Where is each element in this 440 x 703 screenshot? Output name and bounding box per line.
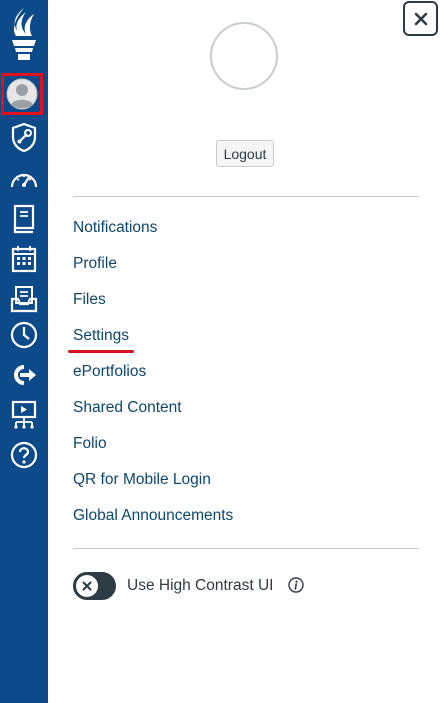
close-icon (414, 12, 427, 25)
menu-item-shared-content[interactable]: Shared Content (73, 390, 233, 426)
menu-item-global-announcements[interactable]: Global Announcements (73, 498, 233, 534)
top-divider (73, 196, 419, 197)
admin-icon[interactable] (0, 117, 48, 157)
calendar-icon[interactable] (0, 239, 48, 279)
profile-menu: Notifications Profile Files Settings ePo… (73, 210, 233, 534)
close-button[interactable] (403, 1, 438, 36)
logout-button[interactable]: Logout (216, 140, 274, 167)
toggle-knob (76, 575, 98, 597)
menu-item-profile[interactable]: Profile (73, 246, 233, 282)
history-icon[interactable] (0, 315, 48, 355)
courses-icon[interactable] (0, 199, 48, 239)
high-contrast-toggle[interactable] (73, 572, 116, 600)
toggle-off-icon (82, 581, 92, 591)
commons-icon[interactable] (0, 355, 48, 395)
settings-highlight-underline (68, 350, 134, 353)
menu-item-folio[interactable]: Folio (73, 426, 233, 462)
menu-item-files[interactable]: Files (73, 282, 233, 318)
high-contrast-label: Use High Contrast UI (127, 577, 274, 594)
menu-item-qr-mobile-login[interactable]: QR for Mobile Login (73, 462, 233, 498)
help-icon[interactable] (0, 435, 48, 475)
account-avatar-icon (6, 78, 38, 110)
menu-item-settings[interactable]: Settings (73, 318, 233, 354)
menu-item-eportfolios[interactable]: ePortfolios (73, 354, 233, 390)
profile-tray: Logout Notifications Profile Files Setti… (48, 0, 440, 703)
logo-icon[interactable] (0, 4, 48, 66)
studio-icon[interactable] (0, 395, 48, 435)
bottom-divider (73, 548, 419, 549)
info-icon[interactable] (288, 577, 304, 593)
inbox-icon[interactable] (0, 279, 48, 319)
account-button[interactable] (1, 73, 43, 115)
dashboard-icon[interactable] (0, 159, 48, 199)
menu-item-notifications[interactable]: Notifications (73, 210, 233, 246)
profile-avatar (210, 22, 278, 90)
global-nav (0, 0, 48, 703)
